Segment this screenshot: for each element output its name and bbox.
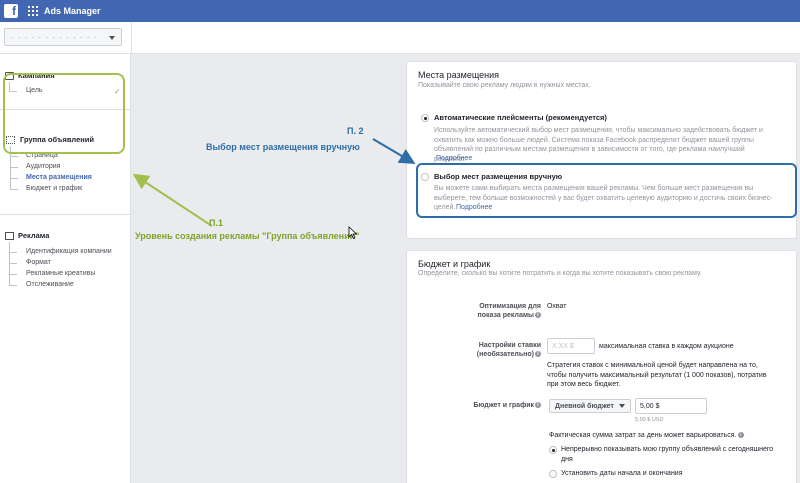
adset-highlight <box>3 73 125 154</box>
budget-subtitle: Определите, сколько вы хотите потратить … <box>418 270 702 277</box>
bid-desc: Стратегия ставок с минимальной ценой буд… <box>547 362 767 388</box>
budget-amount-input[interactable]: 5,00 $ <box>635 398 707 414</box>
sidebar-item-budget[interactable]: Бюджет и график <box>26 185 82 192</box>
divider <box>0 214 130 215</box>
tree-line <box>10 167 18 168</box>
ad-icon <box>5 232 14 240</box>
placements-subtitle: Показывайте свою рекламу людям в нужных … <box>418 82 591 89</box>
info-icon: i <box>737 432 744 439</box>
tree-line <box>10 189 18 190</box>
sidebar-item-business-id[interactable]: Идентификация компании <box>26 248 112 255</box>
tree-line <box>10 178 18 179</box>
arrow-p1 <box>132 173 213 227</box>
chevron-down-icon <box>618 404 625 409</box>
sidebar-item-creatives[interactable]: Рекламные креативы <box>26 270 95 277</box>
budget-type-dropdown[interactable]: Дневной бюджет <box>549 399 631 413</box>
schedule-continuous-label[interactable]: Непрерывно показывать мою группу объявле… <box>561 445 781 464</box>
schedule-dates-radio[interactable] <box>549 470 557 478</box>
tree-line <box>9 252 17 253</box>
auto-placements-label[interactable]: Автоматические плейсменты (рекомендуется… <box>434 113 607 122</box>
manual-placements-highlight <box>416 163 797 218</box>
bid-input[interactable]: X.XX $ <box>547 338 595 354</box>
schedule-dates-label[interactable]: Установить даты начала и окончания <box>561 469 683 479</box>
info-icon: i <box>535 312 541 319</box>
auto-placements-radio[interactable] <box>421 114 429 122</box>
account-name: · · · · · · · · · · · · · <box>11 33 98 42</box>
budget-panel: Бюджет и график Определите, сколько вы х… <box>406 250 797 483</box>
budget-schedule-label: Бюджет и график i <box>447 401 541 410</box>
apps-grid-icon[interactable] <box>28 6 38 16</box>
info-icon: i <box>535 402 541 409</box>
spend-note: Фактическая сумма затрат за день может в… <box>549 431 779 441</box>
account-select[interactable]: · · · · · · · · · · · · · <box>4 28 122 46</box>
tree-line <box>9 274 17 275</box>
budget-title: Бюджет и график <box>418 259 491 269</box>
sidebar-section-ad[interactable]: Реклама <box>18 231 49 240</box>
annotation-p1-text: Уровень создания рекламы "Группа объявле… <box>135 231 360 241</box>
optimization-value[interactable]: Охват <box>547 302 566 312</box>
account-bar: · · · · · · · · · · · · · <box>0 22 800 54</box>
bid-label: Настройки ставки (необязательно) i <box>476 342 541 358</box>
facebook-logo-icon[interactable]: f <box>4 4 18 18</box>
placements-title: Места размещения <box>418 70 500 80</box>
tree-line <box>9 263 17 264</box>
tree-line <box>9 242 10 286</box>
tree-line <box>10 156 18 157</box>
sidebar-item-tracking[interactable]: Отслеживание <box>26 281 74 288</box>
info-icon: i <box>535 351 541 358</box>
annotation-p2-text: Выбор мест размещения вручную <box>206 142 360 152</box>
sidebar-item-audience[interactable]: Аудитория <box>26 163 60 170</box>
budget-usd-note: 5,00 $ USD <box>635 417 664 423</box>
mouse-cursor-icon <box>348 226 358 240</box>
sidebar-item-format[interactable]: Формат <box>26 259 51 266</box>
app-title[interactable]: Ads Manager <box>44 6 101 16</box>
tree-line <box>9 285 17 286</box>
bid-hint: максимальная ставка в каждом аукционе <box>599 343 734 350</box>
top-bar: f Ads Manager <box>0 0 800 22</box>
chevron-down-icon <box>109 36 115 40</box>
schedule-continuous-radio[interactable] <box>549 446 557 454</box>
divider <box>131 22 132 54</box>
optimization-label: Оптимизация для показа рекламы i <box>477 303 541 319</box>
annotation-p2-label: П. 2 <box>347 126 364 136</box>
sidebar-item-placements[interactable]: Места размещения <box>26 174 92 181</box>
auto-placements-desc: Используйте автоматический выбор мест ра… <box>434 127 763 163</box>
annotation-p1-label: П.1 <box>209 218 223 228</box>
